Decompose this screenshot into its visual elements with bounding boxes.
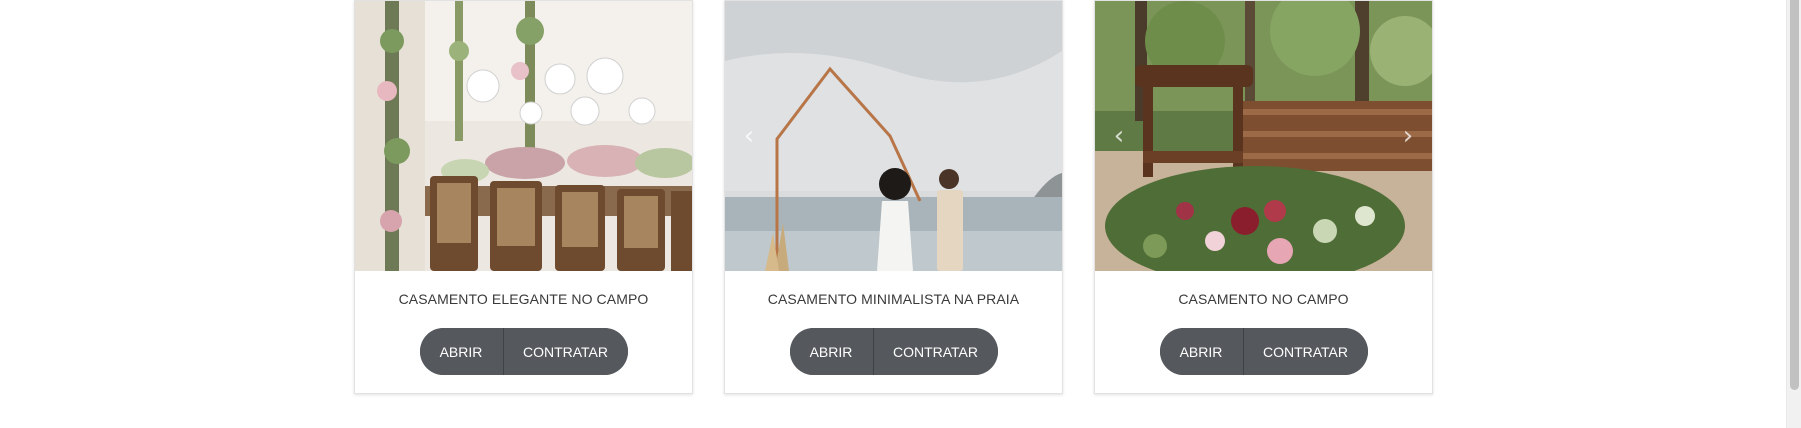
card-title: CASAMENTO ELEGANTE NO CAMPO: [398, 291, 649, 307]
product-card: CASAMENTO ELEGANTE NO CAMPO ABRIR CONTRA…: [354, 0, 693, 394]
ceremony-photo: [1095, 1, 1432, 271]
card-image[interactable]: [355, 1, 692, 271]
chevron-left-icon[interactable]: ‹: [1109, 123, 1129, 149]
card-actions: ABRIR CONTRATAR: [1159, 328, 1368, 375]
hire-button[interactable]: CONTRATAR: [873, 328, 998, 375]
beach-photo: [725, 1, 1062, 271]
card-title: CASAMENTO NO CAMPO: [1178, 291, 1349, 307]
card-actions: ABRIR CONTRATAR: [419, 328, 628, 375]
card-title: CASAMENTO MINIMALISTA NA PRAIA: [767, 291, 1020, 307]
open-button[interactable]: ABRIR: [1159, 328, 1244, 375]
card-actions: ABRIR CONTRATAR: [789, 328, 998, 375]
chevron-left-icon[interactable]: ‹: [739, 123, 759, 149]
card-image[interactable]: ‹: [725, 1, 1062, 271]
reception-photo: [355, 1, 692, 271]
hire-button[interactable]: CONTRATAR: [1243, 328, 1368, 375]
open-button[interactable]: ABRIR: [419, 328, 504, 375]
product-card: ‹ CASAMENTO MINIMALISTA NA PRAIA ABRIR C…: [724, 0, 1063, 394]
scrollbar-thumb[interactable]: [1790, 0, 1799, 390]
card-image[interactable]: ‹ ›: [1095, 1, 1432, 271]
open-button[interactable]: ABRIR: [789, 328, 874, 375]
page-scrollbar[interactable]: [1786, 0, 1801, 428]
hire-button[interactable]: CONTRATAR: [503, 328, 628, 375]
product-card: ‹ › CASAMENTO NO CAMPO ABRIR CONTRATAR: [1094, 0, 1433, 394]
chevron-right-icon[interactable]: ›: [1398, 123, 1418, 149]
